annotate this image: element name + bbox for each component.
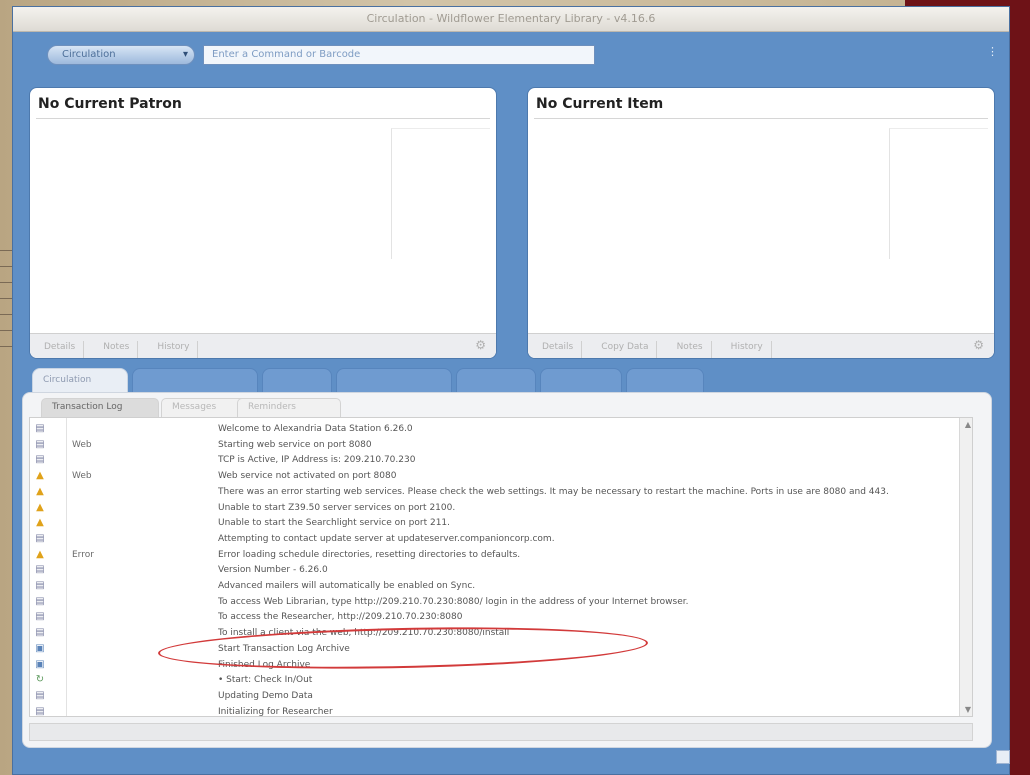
info-icon: ▤ — [35, 611, 45, 623]
patron-notes-button[interactable]: Notes — [95, 341, 139, 358]
item-notes-button[interactable]: Notes — [669, 341, 712, 358]
item-copy-data-button[interactable]: Copy Data — [593, 341, 658, 358]
log-message: Web service not activated on port 8080 — [218, 471, 397, 482]
info-icon: ▤ — [35, 532, 45, 544]
patron-panel: No Current Patron Details Notes History … — [29, 87, 497, 359]
tab-5[interactable] — [456, 368, 536, 394]
item-panel-title: No Current Item — [536, 96, 664, 112]
tab-4[interactable] — [336, 368, 452, 394]
log-category: Web — [72, 439, 92, 450]
info-icon: ▤ — [35, 689, 45, 701]
info-icon: ▤ — [35, 454, 45, 466]
log-message: Error loading schedule directories, rese… — [218, 549, 521, 560]
log-message: Starting web service on port 8080 — [218, 439, 372, 450]
item-details-button[interactable]: Details — [534, 341, 583, 358]
module-select-label: Circulation — [62, 49, 116, 60]
log-row[interactable]: ▤ To access the Researcher, http://209.21… — [30, 610, 972, 626]
patron-panel-title: No Current Patron — [38, 96, 182, 112]
patron-side-area — [391, 128, 490, 259]
info-icon: ▤ — [35, 438, 45, 450]
log-row[interactable]: ▤ Updating Demo Data — [30, 689, 972, 705]
log-message: Unable to start the Searchlight service … — [218, 518, 451, 529]
info-icon: ▤ — [35, 423, 45, 434]
disk-icon: ▣ — [35, 658, 45, 670]
item-history-button[interactable]: History — [723, 341, 772, 358]
log-row[interactable]: ▲ Unable to start Z39.50 server services … — [30, 501, 972, 517]
log-message: Welcome to Alexandria Data Station 6.26.… — [218, 424, 413, 434]
warning-icon: ▲ — [36, 470, 44, 482]
command-input[interactable]: Enter a Command or Barcode — [203, 45, 595, 65]
gear-icon[interactable]: ⚙ — [475, 338, 486, 352]
log-message: There was an error starting web services… — [218, 486, 889, 497]
log-row[interactable]: ▤ Advanced mailers will automatically be … — [30, 579, 972, 595]
resize-grip[interactable] — [996, 750, 1010, 764]
info-icon: ▤ — [35, 564, 45, 576]
tab-2[interactable] — [132, 368, 258, 394]
item-side-area — [889, 128, 988, 259]
transaction-log-list[interactable]: ▲ ▼ ▤ Welcome to Alexandria Data Station … — [29, 417, 973, 717]
info-icon: ▤ — [35, 595, 45, 607]
checkout-icon: ↻ — [35, 674, 45, 686]
warning-icon: ▲ — [36, 485, 44, 497]
log-message: To access Web Librarian, type http://209… — [218, 596, 689, 607]
ellipsis-icon[interactable]: ⋮ — [987, 45, 998, 58]
log-message: Updating Demo Data — [218, 690, 313, 701]
item-panel: No Current Item Details Copy Data Notes … — [527, 87, 995, 359]
info-icon: ▤ — [35, 627, 45, 639]
divider — [534, 118, 988, 119]
log-row[interactable]: ▲ Unable to start the Searchlight service… — [30, 516, 972, 532]
log-category: Error — [72, 549, 94, 560]
chevron-down-icon: ▾ — [182, 49, 188, 60]
log-message: TCP is Active, IP Address is: 209.210.70… — [218, 455, 416, 466]
log-row[interactable]: ▤ Initializing for Researcher — [30, 705, 972, 717]
divider — [36, 118, 490, 119]
info-icon: ▤ — [35, 580, 45, 591]
log-status-bar — [29, 723, 973, 741]
command-bar: Circulation ▾ Enter a Command or Barcode… — [13, 31, 1009, 77]
log-row[interactable]: ↻ • Start: Check In/Out — [30, 673, 972, 689]
module-select[interactable]: Circulation ▾ — [47, 45, 195, 65]
patron-details-button[interactable]: Details — [36, 341, 85, 358]
gear-icon[interactable]: ⚙ — [973, 338, 984, 352]
tab-circulation[interactable]: Circulation — [32, 368, 128, 394]
log-row[interactable]: ▲ Web Web service not activated on port 80… — [30, 469, 972, 485]
log-message: Advanced mailers will automatically be e… — [218, 581, 476, 591]
log-message: Version Number - 6.26.0 — [218, 565, 328, 576]
log-category: Web — [72, 471, 92, 482]
tab-3[interactable] — [262, 368, 332, 394]
log-row[interactable]: ▤ Welcome to Alexandria Data Station 6.26… — [30, 422, 972, 438]
item-panel-footer: Details Copy Data Notes History ⚙ — [528, 333, 994, 358]
log-row[interactable]: ▲ There was an error starting web service… — [30, 485, 972, 501]
log-panel: Transaction Log Messages Reminders ▲ ▼ ▤… — [22, 392, 992, 748]
log-message: To access the Researcher, http://209.210… — [218, 612, 463, 623]
warning-icon: ▲ — [36, 501, 44, 513]
log-message: • Start: Check In/Out — [218, 675, 313, 686]
disk-icon: ▣ — [35, 642, 45, 654]
tab-7[interactable] — [626, 368, 704, 394]
command-input-placeholder: Enter a Command or Barcode — [212, 49, 361, 60]
log-message: Initializing for Researcher — [218, 706, 333, 717]
tab-6[interactable] — [540, 368, 622, 394]
log-message: Unable to start Z39.50 server services o… — [218, 502, 456, 513]
log-row[interactable]: ▤ Attempting to contact update server at … — [30, 532, 972, 548]
log-row[interactable]: ▲ Error Error loading schedule directories… — [30, 548, 972, 564]
log-row[interactable]: ▤ Web Starting web service on port 8080 — [30, 438, 972, 454]
log-row[interactable]: ▤ Version Number - 6.26.0 — [30, 563, 972, 579]
patron-history-button[interactable]: History — [149, 341, 199, 358]
log-row[interactable]: ▤ TCP is Active, IP Address is: 209.210.7… — [30, 453, 972, 469]
warning-icon: ▲ — [36, 548, 44, 560]
patron-panel-footer: Details Notes History ⚙ — [30, 333, 496, 358]
log-row[interactable]: ▤ To access Web Librarian, type http://20… — [30, 595, 972, 611]
log-message: Attempting to contact update server at u… — [218, 533, 555, 544]
info-icon: ▤ — [35, 705, 45, 717]
warning-icon: ▲ — [36, 517, 44, 529]
window-title: Circulation - Wildflower Elementary Libr… — [366, 12, 656, 25]
title-bar: Circulation - Wildflower Elementary Libr… — [13, 7, 1009, 32]
